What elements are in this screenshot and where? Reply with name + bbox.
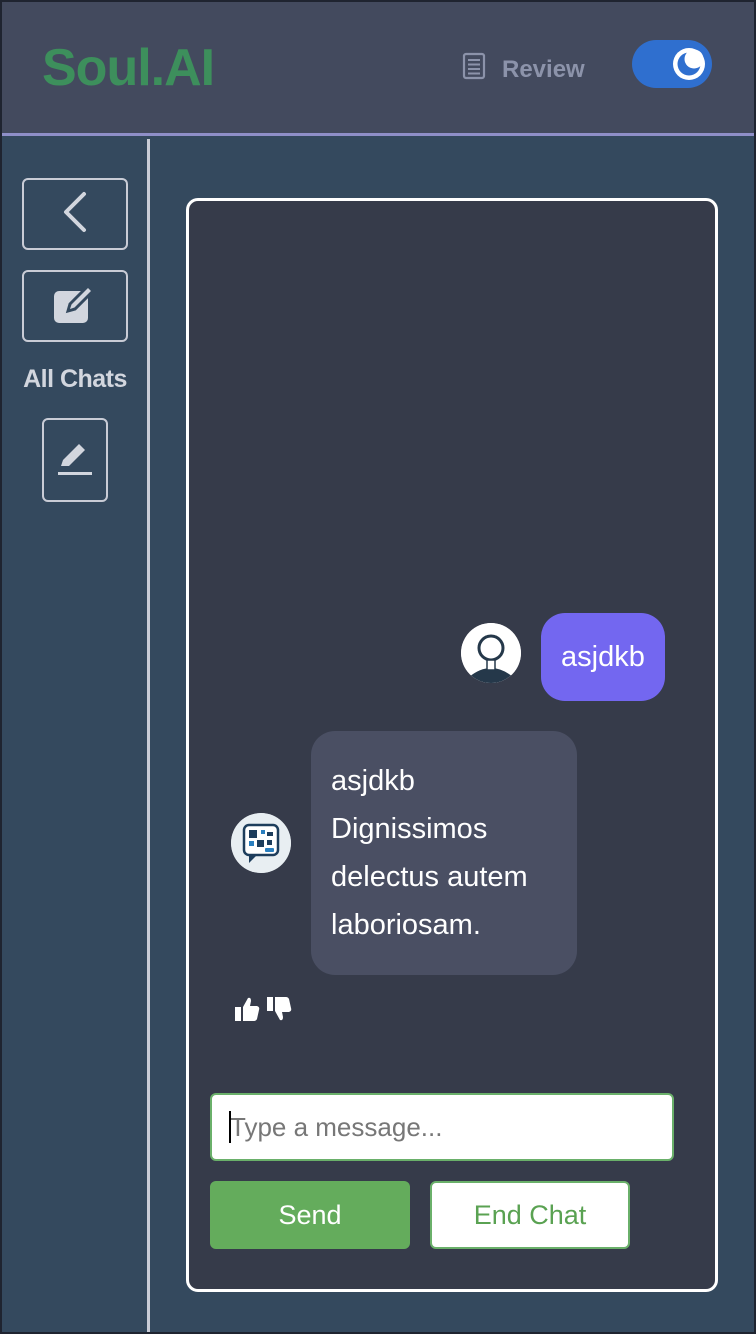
app-logo[interactable]: Soul.AI <box>42 38 215 98</box>
all-chats-label[interactable]: All Chats <box>0 365 150 394</box>
edit-square-icon <box>52 283 98 330</box>
bot-message-bubble: asjdkb Dignissimos delectus autem labori… <box>311 731 577 975</box>
end-chat-button[interactable]: End Chat <box>430 1181 630 1249</box>
user-message-bubble: asjdkb <box>541 613 665 701</box>
message-input[interactable] <box>210 1093 674 1161</box>
back-button[interactable] <box>22 178 128 250</box>
thumbs-down-icon[interactable] <box>265 995 293 1023</box>
user-avatar-icon <box>461 623 521 683</box>
review-label: Review <box>502 55 585 83</box>
chat-panel: asjdkb asjdkb Dignissimos delectus autem… <box>186 198 718 1292</box>
bot-avatar-icon <box>231 813 291 873</box>
theme-toggle[interactable] <box>632 40 712 88</box>
sidebar: All Chats <box>0 139 150 1334</box>
text-caret <box>229 1111 231 1143</box>
new-chat-button[interactable] <box>22 270 128 342</box>
thumbs-up-icon[interactable] <box>233 995 261 1023</box>
pencil-underline-icon <box>55 438 95 483</box>
review-link[interactable]: Review <box>460 52 585 87</box>
edit-button[interactable] <box>42 418 108 502</box>
document-icon <box>460 52 488 87</box>
send-button[interactable]: Send <box>210 1181 410 1249</box>
chevron-left-icon <box>60 190 90 239</box>
message-feedback <box>233 995 293 1023</box>
app-header: Soul.AI Review <box>0 0 756 136</box>
